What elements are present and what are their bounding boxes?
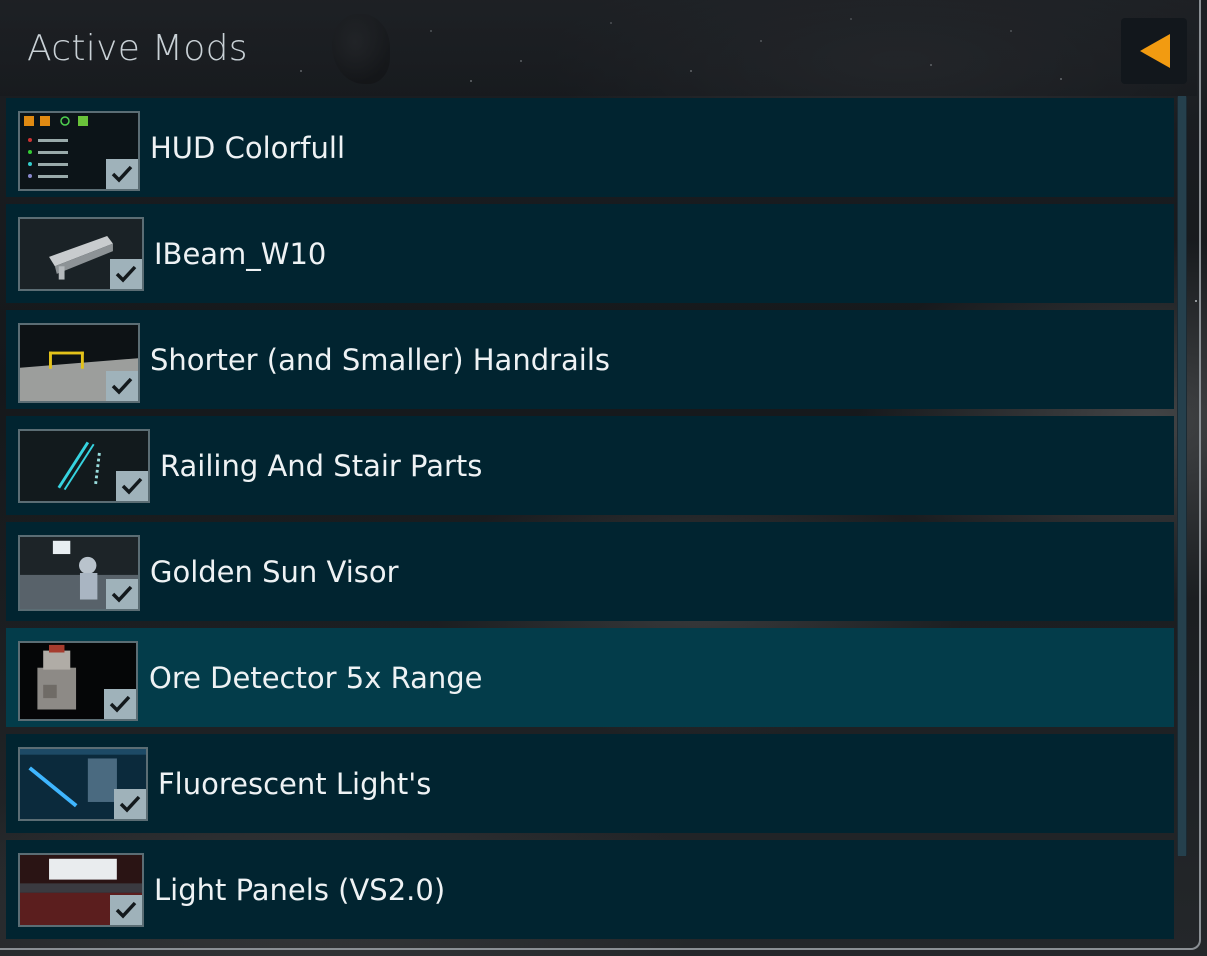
enabled-checkbox[interactable] [106,159,138,189]
enabled-checkbox[interactable] [106,579,138,609]
mod-thumbnail [18,111,140,191]
panel-header: Active Mods [0,0,1197,96]
mod-name: Light Panels (VS2.0) [154,873,446,907]
check-icon [115,265,137,283]
check-icon [115,901,137,919]
check-icon [121,477,143,495]
check-icon [111,377,133,395]
mod-row-ore-detector[interactable]: Ore Detector 5x Range [6,628,1174,727]
check-icon [119,795,141,813]
mod-thumbnail [18,535,140,611]
triangle-left-icon [1140,34,1170,68]
mod-name: HUD Colorfull [150,131,345,165]
mod-thumbnail [18,323,140,403]
mod-thumbnail [18,429,150,503]
mod-row-hud-colorfull[interactable]: HUD Colorfull [6,98,1174,197]
mod-thumbnail [18,853,144,927]
mod-name: IBeam_W10 [154,237,327,271]
mod-thumbnail [18,641,138,721]
panel-title: Active Mods [27,28,248,69]
scrollbar-thumb[interactable] [1178,96,1186,856]
mod-row-fluorescent[interactable]: Fluorescent Light's [6,734,1174,833]
mod-thumbnail [18,217,144,291]
mod-name: Fluorescent Light's [158,767,432,801]
mod-name: Golden Sun Visor [150,555,399,589]
enabled-checkbox[interactable] [110,259,142,289]
enabled-checkbox[interactable] [114,789,146,819]
mod-row-handrails[interactable]: Shorter (and Smaller) Handrails [6,310,1174,409]
enabled-checkbox[interactable] [116,471,148,501]
check-icon [111,165,133,183]
mod-name: Shorter (and Smaller) Handrails [150,343,611,377]
check-icon [109,695,131,713]
enabled-checkbox[interactable] [106,371,138,401]
mod-row-railing-stair[interactable]: Railing And Stair Parts [6,416,1174,515]
mod-name: Railing And Stair Parts [160,449,483,483]
mod-name: Ore Detector 5x Range [149,661,483,695]
mod-row-golden-sun-visor[interactable]: Golden Sun Visor [6,522,1174,621]
mod-list: HUD Colorfull IBeam_W10 Shorter (and Sma… [6,98,1174,944]
scrollbar[interactable] [1177,96,1187,856]
enabled-checkbox[interactable] [104,689,136,719]
mod-row-light-panels[interactable]: Light Panels (VS2.0) [6,840,1174,939]
mod-thumbnail [18,747,148,821]
check-icon [111,585,133,603]
mod-row-ibeam[interactable]: IBeam_W10 [6,204,1174,303]
enabled-checkbox[interactable] [110,895,142,925]
back-button[interactable] [1121,18,1187,84]
